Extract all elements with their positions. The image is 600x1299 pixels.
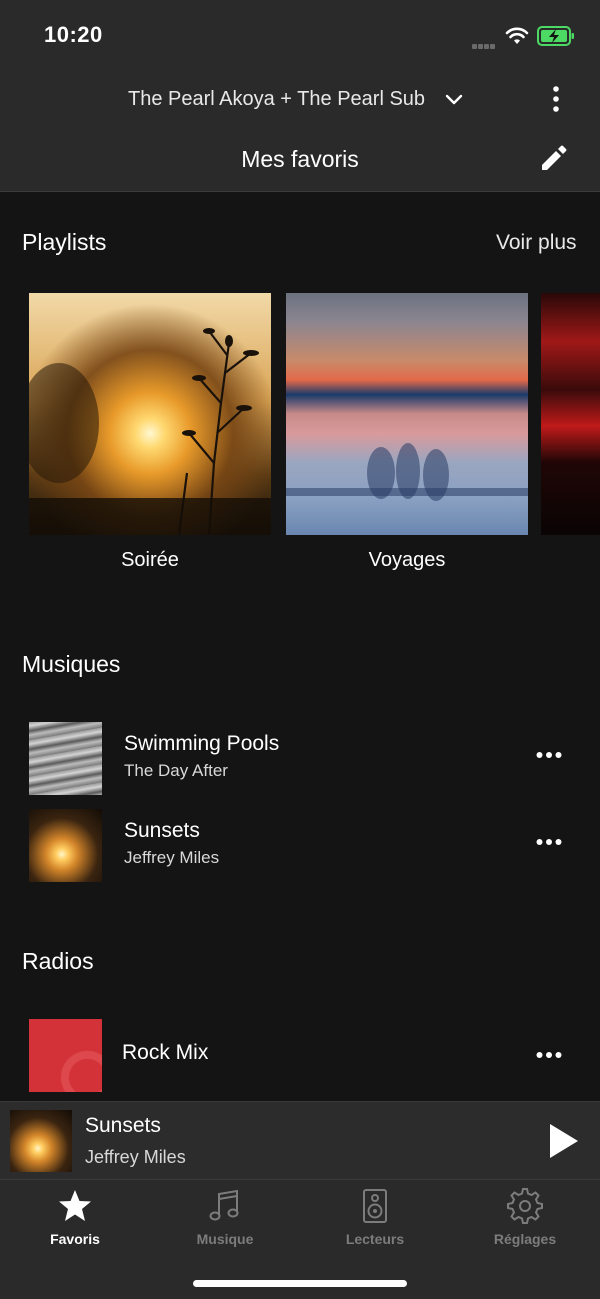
gear-icon: [507, 1188, 543, 1224]
playlist-label: Soirée: [121, 549, 179, 571]
track-cover: [29, 722, 102, 795]
blurred-figures: [286, 443, 528, 501]
music-heading: Musiques: [22, 651, 121, 677]
now-playing-bar[interactable]: Sunsets Jeffrey Miles: [0, 1101, 600, 1179]
tab-label: Réglages: [493, 1231, 557, 1247]
play-icon[interactable]: [548, 1122, 580, 1160]
track-artist: Jeffrey Miles: [124, 848, 220, 867]
more-horizontal-icon[interactable]: [536, 1050, 562, 1060]
now-playing-artist: Jeffrey Miles: [85, 1147, 186, 1167]
radio-cover: [29, 1019, 102, 1092]
track-cover: [29, 809, 102, 882]
device-name: The Pearl Akoya + The Pearl Sub: [128, 88, 426, 110]
plant-silhouette: [29, 328, 271, 535]
radio-row[interactable]: Rock Mix: [0, 1019, 600, 1093]
now-playing-cover: [10, 1110, 72, 1172]
playlist-label: Voyages: [368, 549, 446, 571]
track-title: Sunsets: [124, 819, 200, 842]
battery-charging-icon: [537, 26, 574, 46]
track-title: Swimming Pools: [124, 732, 280, 755]
playlists-heading: Playlists: [22, 229, 107, 255]
top-bar: 10:20 The Pearl Akoya + The Pearl Sub Me…: [0, 0, 600, 192]
track-artist: The Day After: [124, 761, 228, 780]
playlist-cover: [29, 293, 271, 535]
playlist-card[interactable]: Soirée: [29, 293, 271, 593]
see-more-link[interactable]: Voir plus: [496, 231, 577, 255]
more-horizontal-icon[interactable]: [536, 837, 562, 847]
tab-bar: Favoris Musique Lecteurs Réglages: [0, 1179, 600, 1299]
wifi-icon: [505, 27, 529, 44]
status-time: 10:20: [44, 22, 103, 47]
page-title: Mes favoris: [241, 146, 359, 172]
speaker-icon: [363, 1189, 387, 1223]
radios-heading: Radios: [22, 948, 94, 974]
tab-label: Lecteurs: [345, 1231, 405, 1247]
track-row[interactable]: Sunsets Jeffrey Miles: [0, 809, 600, 883]
track-row[interactable]: Swimming Pools The Day After: [0, 722, 600, 796]
more-vertical-icon[interactable]: [544, 84, 568, 114]
tab-label: Musique: [196, 1231, 254, 1247]
signal-icon: [472, 36, 500, 49]
home-indicator: [193, 1280, 407, 1287]
more-horizontal-icon[interactable]: [536, 750, 562, 760]
chevron-down-icon: [445, 94, 463, 105]
tab-reglages[interactable]: Réglages: [450, 1180, 600, 1260]
playlist-card-partial[interactable]: [541, 293, 600, 593]
tab-lecteurs[interactable]: Lecteurs: [300, 1180, 450, 1260]
edit-pencil-icon[interactable]: [538, 143, 568, 173]
tab-musique[interactable]: Musique: [150, 1180, 300, 1260]
tab-favoris[interactable]: Favoris: [0, 1180, 150, 1260]
now-playing-title: Sunsets: [85, 1114, 161, 1137]
device-selector[interactable]: The Pearl Akoya + The Pearl Sub: [0, 80, 600, 120]
playlist-cover: [541, 293, 600, 535]
star-icon: [59, 1190, 91, 1221]
tab-label: Favoris: [50, 1231, 100, 1247]
playlist-cover: [286, 293, 528, 535]
music-note-icon: [209, 1189, 239, 1221]
playlist-card[interactable]: Voyages: [286, 293, 528, 593]
radio-title: Rock Mix: [122, 1041, 209, 1064]
